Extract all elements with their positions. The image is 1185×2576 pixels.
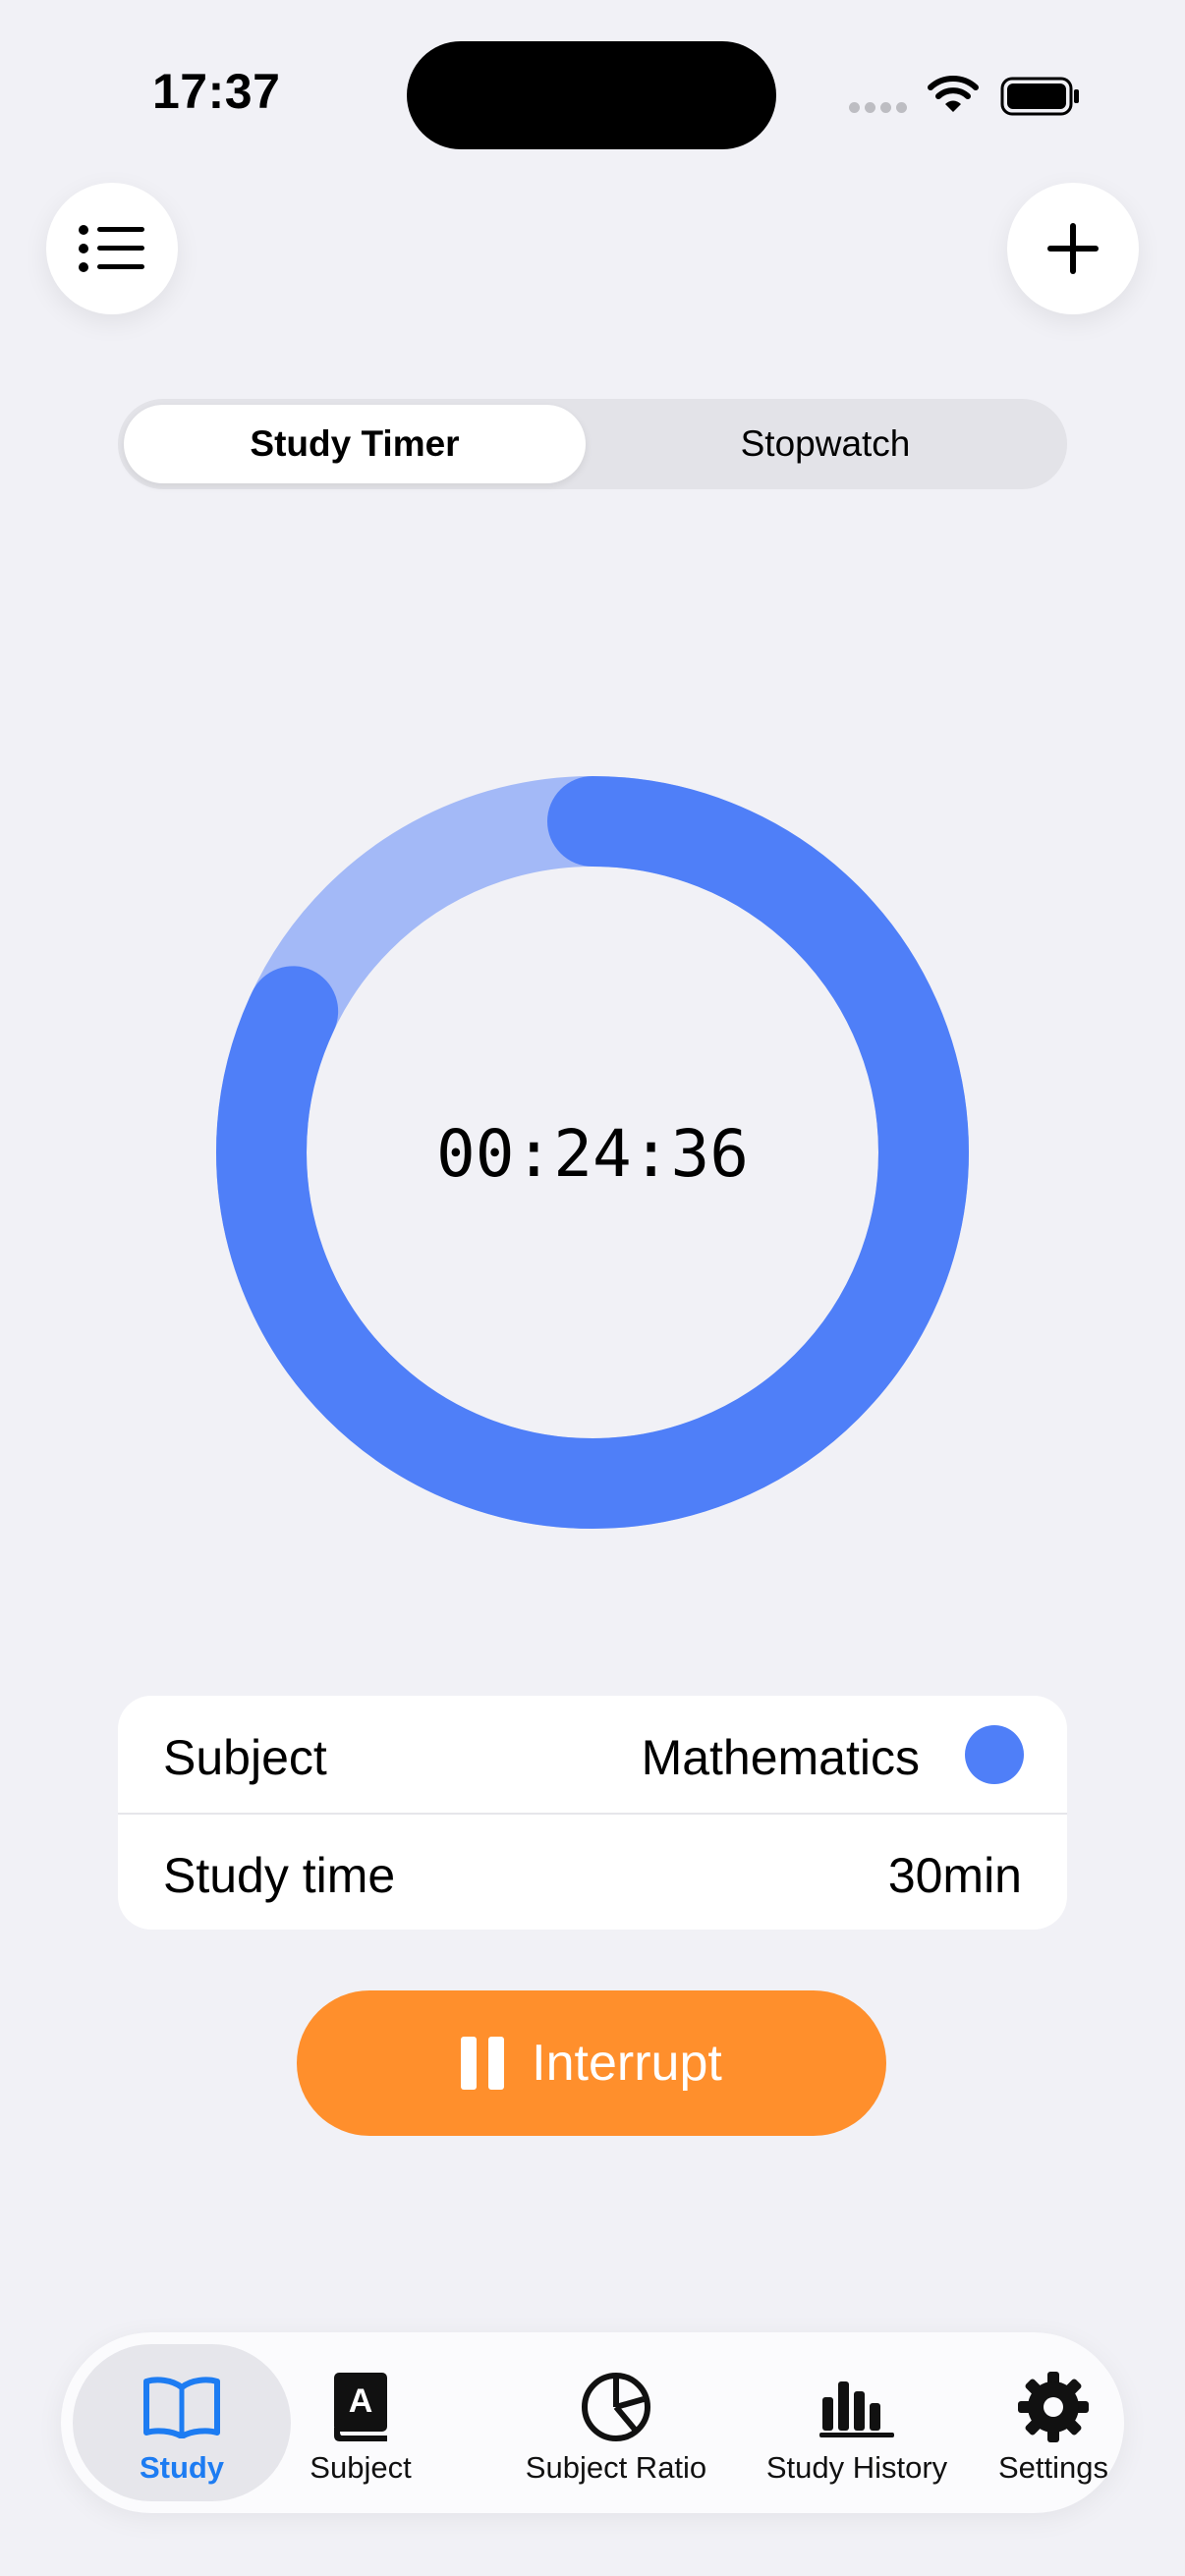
book-icon: [143, 2377, 220, 2438]
wifi-icon: [928, 76, 979, 112]
subject-value: Mathematics: [641, 1730, 920, 1785]
bar-chart-icon: [819, 2381, 894, 2437]
list-icon: [79, 225, 144, 272]
interrupt-label: Interrupt: [532, 2035, 722, 2092]
tab-settings-label: Settings: [997, 2450, 1108, 2485]
study-time-value: 30min: [887, 1848, 1022, 1903]
timer-display: 00:24:36: [436, 1116, 749, 1192]
tab-bar: Study A Subject Subject Ratio Study Hist…: [61, 2332, 1124, 2513]
subject-color-dot: [965, 1725, 1024, 1784]
mode-segmented-control: Study Timer Stopwatch: [118, 399, 1067, 489]
list-menu-button[interactable]: [46, 183, 178, 314]
subject-label: Subject: [163, 1730, 327, 1785]
session-info-card: Subject Mathematics Study time 30min: [118, 1696, 1067, 1930]
subject-row[interactable]: Subject Mathematics: [118, 1696, 1067, 1813]
cellular-signal-icon: [849, 102, 908, 116]
tab-study[interactable]: Study: [73, 2332, 291, 2513]
plus-icon: [1047, 223, 1099, 274]
interrupt-button[interactable]: Interrupt: [297, 1990, 886, 2136]
dictionary-icon: A: [334, 2373, 387, 2441]
gear-icon: [1018, 2372, 1089, 2442]
battery-icon: [1000, 77, 1079, 116]
tab-subject-label: Subject: [310, 2450, 412, 2485]
pause-icon: [461, 2037, 505, 2090]
tab-subject[interactable]: A Subject: [287, 2332, 434, 2513]
tab-subject-ratio-label: Subject Ratio: [525, 2450, 707, 2485]
tab-study-timer[interactable]: Study Timer: [124, 405, 586, 483]
study-time-label: Study time: [163, 1848, 396, 1903]
tab-study-history-label: Study History: [765, 2450, 948, 2485]
tab-stopwatch[interactable]: Stopwatch: [590, 405, 1061, 483]
tab-study-label: Study: [139, 2450, 225, 2485]
svg-text:A: A: [349, 2382, 373, 2420]
dynamic-island: [407, 41, 776, 149]
tab-settings[interactable]: Settings: [950, 2332, 1157, 2513]
status-time: 17:37: [152, 64, 281, 119]
add-button[interactable]: [1007, 183, 1139, 314]
pie-chart-icon: [582, 2373, 650, 2441]
study-time-row[interactable]: Study time 30min: [118, 1814, 1067, 1930]
